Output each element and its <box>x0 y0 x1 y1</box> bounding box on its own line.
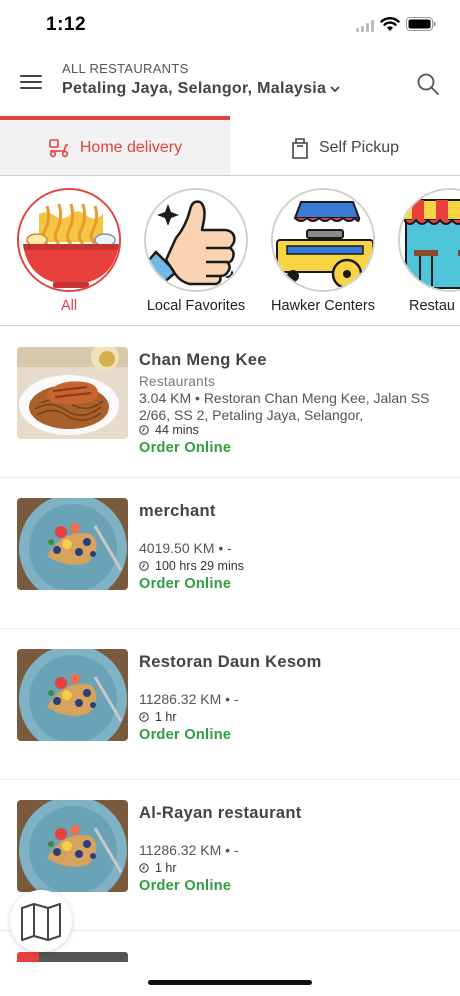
clock-icon <box>139 712 149 722</box>
search-icon[interactable] <box>416 72 440 96</box>
restaurant-distance: 3.04 KM • Restoran Chan Meng Kee, Jalan … <box>139 390 430 423</box>
order-online-link[interactable]: Order Online <box>139 727 231 743</box>
restaurant-thumbnail <box>17 800 128 892</box>
delivery-time-label: 1 hr <box>155 861 177 875</box>
restaurant-awning-icon <box>398 188 460 292</box>
clock-icon <box>139 561 149 571</box>
status-time: 1:12 <box>46 14 87 35</box>
location-selector[interactable]: Petaling Jaya, Selangor, Malaysia <box>62 80 340 98</box>
wifi-icon <box>380 17 400 31</box>
map-icon <box>21 903 61 941</box>
restaurant-item[interactable]: Chan Meng Kee Restaurants 3.04 KM • Rest… <box>0 327 460 478</box>
noodle-bowl-icon <box>17 188 121 292</box>
tab-home-delivery[interactable]: Home delivery <box>0 116 230 175</box>
category-all[interactable]: All <box>5 188 133 314</box>
order-online-link[interactable]: Order Online <box>139 440 231 456</box>
chevron-down-icon <box>330 86 340 93</box>
delivery-time: 1 hr <box>139 861 177 875</box>
restaurant-item[interactable]: Restoran Daun Kesom 11286.32 KM • - 1 hr… <box>0 629 460 780</box>
category-label: All <box>60 298 78 314</box>
home-indicator <box>148 980 312 985</box>
restaurant-thumbnail <box>17 347 128 439</box>
delivery-time: 1 hr <box>139 710 177 724</box>
thumbs-up-icon <box>144 188 248 292</box>
app-header: ALL RESTAURANTS Petaling Jaya, Selangor,… <box>0 50 460 116</box>
restaurant-list[interactable]: Chan Meng Kee Restaurants 3.04 KM • Rest… <box>0 327 460 931</box>
status-bar: 1:12 <box>0 0 460 50</box>
category-label: Local Favorites <box>146 298 246 314</box>
order-online-link[interactable]: Order Online <box>139 576 231 592</box>
restaurant-thumbnail <box>17 649 128 741</box>
delivery-time-label: 100 hrs 29 mins <box>155 559 244 573</box>
delivery-time-label: 1 hr <box>155 710 177 724</box>
shopping-bag-icon <box>292 137 308 159</box>
category-restaurants[interactable]: Restau <box>386 188 460 314</box>
restaurant-type: Restaurants <box>139 374 216 389</box>
delivery-scooter-icon <box>49 138 69 157</box>
restaurant-name: Al-Rayan restaurant <box>139 804 302 822</box>
restaurant-distance: 11286.32 KM • - <box>139 842 239 858</box>
restaurant-name: Restoran Daun Kesom <box>139 653 322 671</box>
clock-icon <box>139 425 149 435</box>
restaurant-name: merchant <box>139 502 216 520</box>
restaurant-thumbnail <box>17 498 128 590</box>
restaurant-item[interactable]: merchant 4019.50 KM • - 100 hrs 29 mins … <box>0 478 460 629</box>
delivery-time: 100 hrs 29 mins <box>139 559 244 573</box>
category-local-favorites[interactable]: Local Favorites <box>132 188 260 314</box>
restaurant-distance: 4019.50 KM • - <box>139 540 232 556</box>
hamburger-menu-icon[interactable] <box>20 75 42 91</box>
food-cart-icon <box>271 188 375 292</box>
delivery-time-label: 44 mins <box>155 423 199 437</box>
category-label: Restau <box>409 298 455 314</box>
delivery-mode-tabs: Home delivery Self Pickup <box>0 116 460 176</box>
battery-icon <box>406 17 436 31</box>
tab-self-pickup[interactable]: Self Pickup <box>230 116 460 175</box>
order-online-link[interactable]: Order Online <box>139 878 231 894</box>
cellular-signal-icon <box>356 20 374 32</box>
clock-icon <box>139 863 149 873</box>
restaurant-distance: 11286.32 KM • - <box>139 691 239 707</box>
restaurant-thumbnail-partial <box>17 952 128 962</box>
location-label: Petaling Jaya, Selangor, Malaysia <box>62 80 327 97</box>
tab-home-delivery-label: Home delivery <box>79 138 183 156</box>
category-carousel[interactable]: All Local Favorites Hawker Centers Resta… <box>0 176 460 326</box>
category-label: Hawker Centers <box>271 298 375 314</box>
delivery-time: 44 mins <box>139 423 199 437</box>
tab-self-pickup-label: Self Pickup <box>318 138 400 156</box>
restaurant-name: Chan Meng Kee <box>139 351 267 369</box>
map-view-button[interactable] <box>10 890 72 952</box>
header-caption: ALL RESTAURANTS <box>62 61 189 76</box>
category-hawker-centers[interactable]: Hawker Centers <box>259 188 387 314</box>
